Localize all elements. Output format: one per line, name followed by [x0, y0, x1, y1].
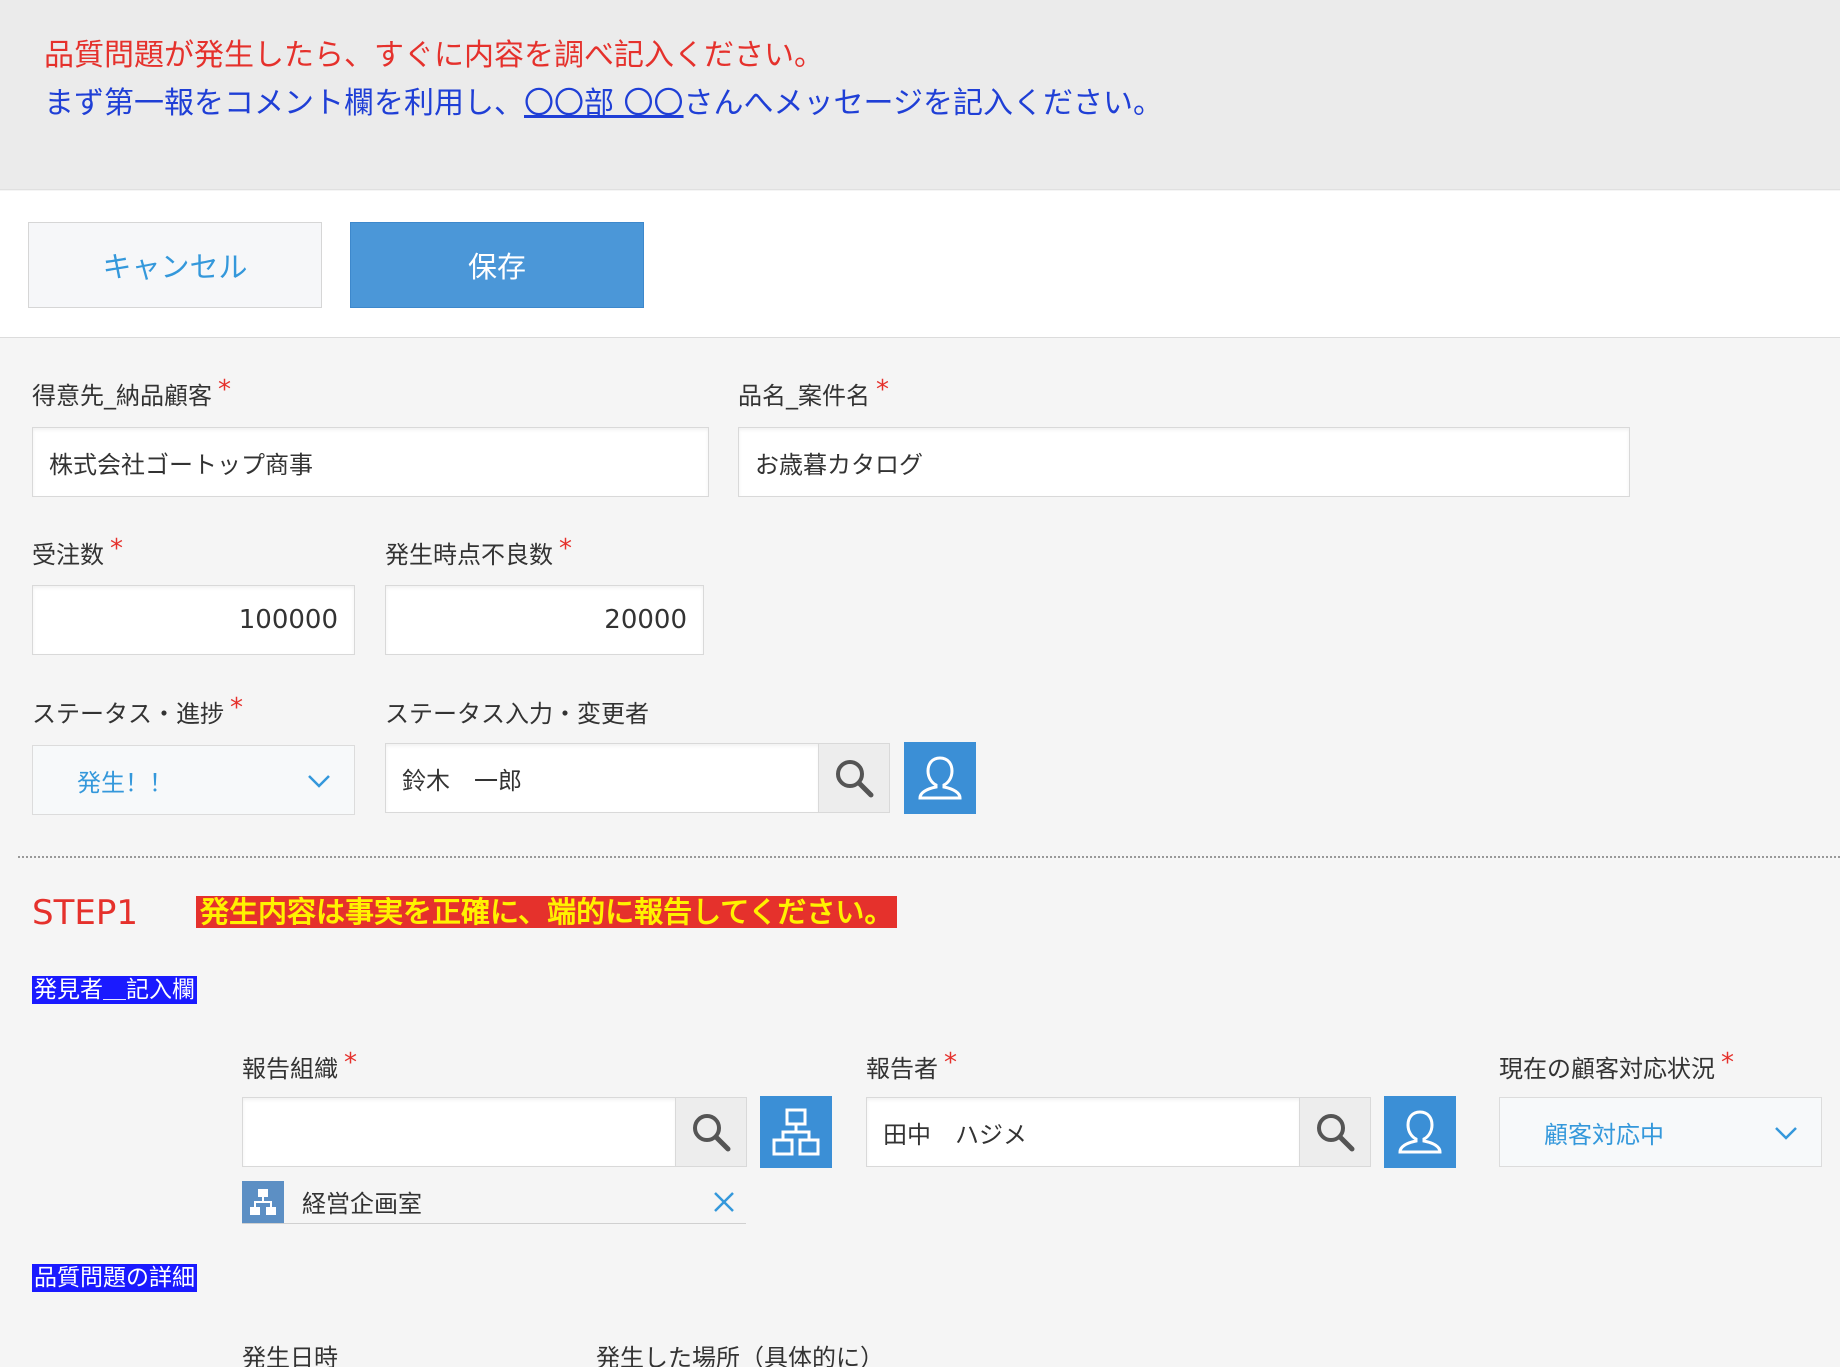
search-icon: [836, 760, 874, 798]
order-qty-field[interactable]: 100000: [32, 585, 355, 655]
customer-status-value: 顧客対応中: [1544, 1120, 1664, 1149]
notice-line-2: まず第一報をコメント欄を利用し、〇〇部 〇〇さんへメッセージを記入ください。: [44, 78, 1163, 122]
form-toolbar: キャンセル 保存: [0, 191, 1840, 338]
product-field[interactable]: お歳暮カタログ: [738, 427, 1630, 497]
report-org-label: 報告組織 *: [242, 1048, 357, 1084]
chevron-down-icon: [1775, 1127, 1797, 1140]
close-icon[interactable]: [712, 1190, 736, 1214]
finder-section-tag: 発見者＿記入欄: [32, 976, 197, 1004]
customer-label-text: 得意先_納品顧客: [32, 382, 212, 410]
required-mark: *: [230, 693, 243, 723]
defect-qty-label: 発生時点不良数 *: [385, 534, 572, 570]
cancel-button[interactable]: キャンセル: [28, 222, 322, 308]
save-button[interactable]: 保存: [350, 222, 644, 308]
detail-section-tag: 品質問題の詳細: [32, 1264, 197, 1292]
search-icon: [693, 1114, 731, 1152]
notice-line-1: 品質問題が発生したら、すぐに内容を調べ記入ください。: [44, 38, 824, 73]
order-qty-label-text: 受注数: [32, 541, 104, 569]
report-org-label-text: 報告組織: [242, 1055, 338, 1083]
step1-title: STEP1: [32, 893, 138, 933]
chevron-down-icon: [308, 775, 330, 788]
product-label-text: 品名_案件名: [738, 382, 870, 410]
search-icon: [1317, 1114, 1355, 1152]
status-changer-label: ステータス入力・変更者: [385, 700, 649, 728]
status-label: ステータス・進捗 *: [32, 693, 243, 729]
org-chart-icon: [242, 1180, 284, 1223]
customer-field[interactable]: 株式会社ゴートップ商事: [32, 427, 709, 497]
reporter-field[interactable]: 田中 ハジメ: [866, 1097, 1301, 1167]
status-label-text: ステータス・進捗: [32, 700, 224, 728]
required-mark: *: [876, 375, 889, 405]
user-search-button[interactable]: [818, 743, 890, 813]
notice-line-2-suffix: さんへメッセージを記入ください。: [683, 86, 1163, 121]
occurred-at-label: 発生日時: [242, 1344, 338, 1367]
user-icon: [1398, 1110, 1442, 1154]
selected-org-chip: 経営企画室: [242, 1180, 746, 1224]
required-mark: *: [344, 1048, 357, 1078]
org-search-button[interactable]: [675, 1097, 747, 1167]
place-label: 発生した場所（具体的に）: [596, 1344, 884, 1367]
customer-status-label: 現在の顧客対応状況 *: [1499, 1048, 1734, 1084]
user-icon: [918, 756, 962, 800]
customer-status-label-text: 現在の顧客対応状況: [1499, 1055, 1715, 1083]
notice-banner: 品質問題が発生したら、すぐに内容を調べ記入ください。 まず第一報をコメント欄を利…: [0, 0, 1840, 190]
required-mark: *: [218, 375, 231, 405]
reporter-picker-button[interactable]: [1384, 1096, 1456, 1168]
section-divider: [18, 856, 1840, 858]
required-mark: *: [110, 534, 123, 564]
selected-org-name: 経営企画室: [302, 1190, 422, 1218]
required-mark: *: [1721, 1048, 1734, 1078]
order-qty-label: 受注数 *: [32, 534, 123, 570]
customer-label: 得意先_納品顧客 *: [32, 375, 231, 411]
customer-status-select[interactable]: 顧客対応中: [1499, 1097, 1822, 1167]
required-mark: *: [944, 1048, 957, 1078]
reporter-label: 報告者 *: [866, 1048, 957, 1084]
report-org-field[interactable]: [242, 1097, 677, 1167]
defect-qty-label-text: 発生時点不良数: [385, 541, 553, 569]
status-select[interactable]: 発生！！: [32, 745, 355, 815]
step1-message: 発生内容は事実を正確に、端的に報告してください。: [196, 896, 898, 928]
required-mark: *: [559, 534, 572, 564]
reporter-label-text: 報告者: [866, 1055, 938, 1083]
org-chart-icon: [772, 1108, 820, 1156]
status-select-value: 発生！！: [77, 768, 173, 797]
user-picker-button[interactable]: [904, 742, 976, 814]
status-changer-field[interactable]: 鈴木 一郎: [385, 743, 820, 813]
notice-contact-link[interactable]: 〇〇部 〇〇: [524, 86, 684, 121]
org-picker-button[interactable]: [760, 1096, 832, 1168]
product-label: 品名_案件名 *: [738, 375, 889, 411]
reporter-search-button[interactable]: [1299, 1097, 1371, 1167]
defect-qty-field[interactable]: 20000: [385, 585, 704, 655]
notice-line-2-prefix: まず第一報をコメント欄を利用し、: [44, 86, 524, 121]
